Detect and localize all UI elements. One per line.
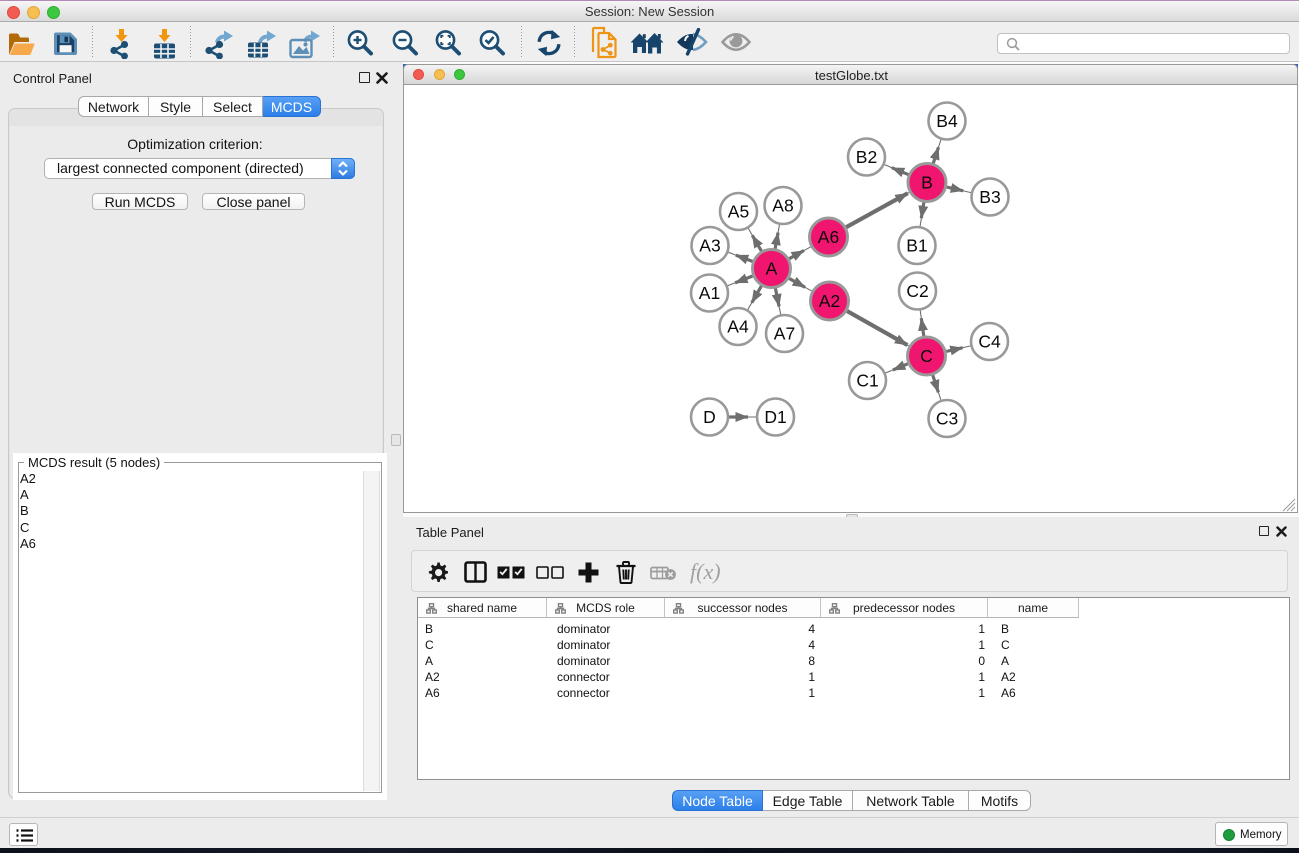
svg-text:A1: A1 [699, 283, 720, 303]
svg-text:B1: B1 [906, 236, 927, 256]
svg-text:A3: A3 [699, 236, 720, 256]
svg-text:A2: A2 [819, 291, 840, 311]
svg-text:D: D [703, 407, 716, 427]
svg-text:A8: A8 [772, 196, 793, 216]
svg-text:C: C [920, 346, 933, 366]
svg-text:D1: D1 [764, 407, 786, 427]
svg-text:B: B [921, 173, 933, 193]
svg-text:B2: B2 [856, 147, 877, 167]
svg-text:A6: A6 [818, 227, 839, 247]
svg-text:C2: C2 [906, 281, 928, 301]
svg-text:C3: C3 [936, 409, 958, 429]
svg-text:A4: A4 [727, 317, 749, 337]
svg-text:A7: A7 [774, 324, 795, 344]
svg-text:C4: C4 [978, 332, 1001, 352]
svg-text:B3: B3 [979, 187, 1000, 207]
svg-text:B4: B4 [936, 111, 958, 131]
svg-text:C1: C1 [856, 371, 878, 391]
svg-text:A5: A5 [728, 202, 749, 222]
svg-text:A: A [766, 259, 778, 279]
